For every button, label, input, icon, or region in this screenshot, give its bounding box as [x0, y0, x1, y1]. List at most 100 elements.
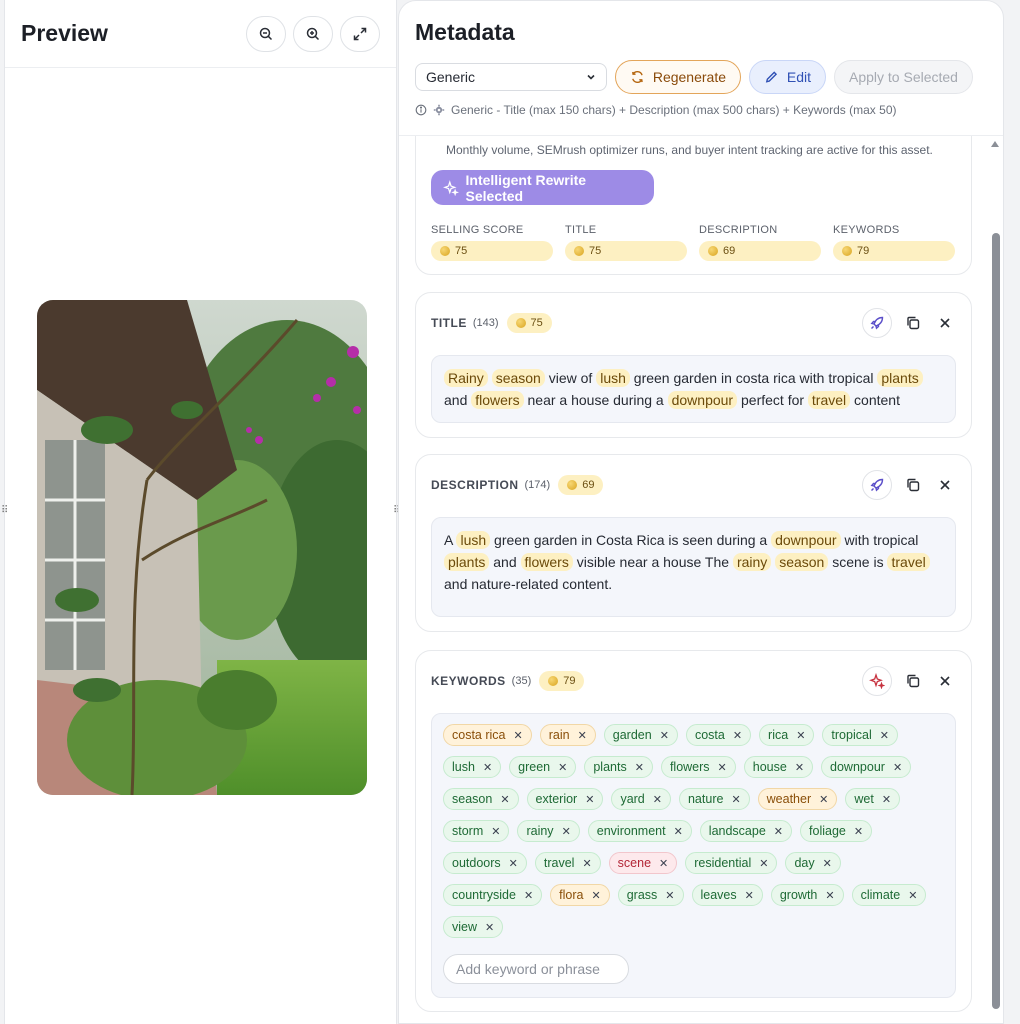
keywords-generate-button[interactable]	[862, 666, 892, 696]
remove-keyword-icon[interactable]: ✕	[485, 921, 494, 934]
keyword-chip[interactable]: nature ✕	[678, 788, 750, 810]
keyword-chip[interactable]: yard ✕	[611, 788, 671, 810]
keyword-chip-label: costa rica	[452, 728, 506, 742]
keyword-chip[interactable]: wet ✕	[845, 788, 901, 810]
keyword-chip[interactable]: landscape ✕	[699, 820, 793, 842]
scrollbar-thumb[interactable]	[992, 233, 1000, 1009]
title-optimize-button[interactable]	[862, 308, 892, 338]
keyword-chip[interactable]: growth ✕	[770, 884, 844, 906]
keyword-chip[interactable]: garden ✕	[603, 724, 678, 746]
keyword-chip[interactable]: exterior ✕	[526, 788, 604, 810]
keyword-chip[interactable]: foliage ✕	[800, 820, 873, 842]
keyword-chip[interactable]: rain ✕	[539, 724, 596, 746]
zoom-out-button[interactable]	[246, 15, 286, 52]
remove-keyword-icon[interactable]: ✕	[585, 793, 594, 806]
keyword-chip[interactable]: rica ✕	[759, 724, 815, 746]
edit-button[interactable]: Edit	[749, 60, 826, 94]
remove-keyword-icon[interactable]: ✕	[524, 889, 533, 902]
description-copy-button[interactable]	[902, 474, 924, 496]
keyword-chip[interactable]: season ✕	[443, 788, 519, 810]
remove-keyword-icon[interactable]: ✕	[635, 761, 644, 774]
fullscreen-button[interactable]	[340, 15, 380, 52]
remove-keyword-icon[interactable]: ✕	[745, 889, 754, 902]
keyword-chip[interactable]: green ✕	[509, 756, 577, 778]
keyword-chip[interactable]: travel ✕	[534, 852, 601, 874]
description-text[interactable]: A lush green garden in Costa Rica is see…	[431, 517, 956, 617]
remove-keyword-icon[interactable]: ✕	[509, 857, 518, 870]
remove-keyword-icon[interactable]: ✕	[514, 729, 523, 742]
keyword-chip[interactable]: costa rica ✕	[443, 724, 532, 746]
keyword-chip[interactable]: downpour ✕	[821, 756, 912, 778]
remove-keyword-icon[interactable]: ✕	[893, 761, 902, 774]
remove-keyword-icon[interactable]: ✕	[825, 889, 834, 902]
remove-keyword-icon[interactable]: ✕	[483, 761, 492, 774]
remove-keyword-icon[interactable]: ✕	[823, 857, 832, 870]
remove-keyword-icon[interactable]: ✕	[660, 729, 669, 742]
keyword-chip[interactable]: house ✕	[743, 756, 814, 778]
close-icon	[940, 676, 950, 686]
remove-keyword-icon[interactable]: ✕	[733, 729, 742, 742]
remove-keyword-icon[interactable]: ✕	[908, 889, 917, 902]
title-text[interactable]: Rainy season view of lush green garden i…	[431, 355, 956, 423]
preset-hint-text: Generic - Title (max 150 chars) + Descri…	[451, 103, 897, 117]
description-clear-button[interactable]	[934, 474, 956, 496]
keyword-chip[interactable]: leaves ✕	[691, 884, 763, 906]
keyword-chip[interactable]: storm ✕	[443, 820, 510, 842]
keyword-chip[interactable]: flora ✕	[550, 884, 610, 906]
remove-keyword-icon[interactable]: ✕	[491, 825, 500, 838]
keyword-chip[interactable]: plants ✕	[584, 756, 653, 778]
remove-keyword-icon[interactable]: ✕	[796, 729, 805, 742]
remove-keyword-icon[interactable]: ✕	[880, 729, 889, 742]
keyword-chip[interactable]: rainy ✕	[517, 820, 580, 842]
remove-keyword-icon[interactable]: ✕	[582, 857, 591, 870]
remove-keyword-icon[interactable]: ✕	[819, 793, 828, 806]
keyword-chip[interactable]: environment ✕	[587, 820, 692, 842]
remove-keyword-icon[interactable]: ✕	[759, 857, 768, 870]
remove-keyword-icon[interactable]: ✕	[718, 761, 727, 774]
regenerate-button[interactable]: Regenerate	[615, 60, 741, 94]
keyword-chip[interactable]: weather ✕	[757, 788, 838, 810]
remove-keyword-icon[interactable]: ✕	[500, 793, 509, 806]
add-keyword-input[interactable]	[443, 954, 629, 984]
zoom-in-button[interactable]	[293, 15, 333, 52]
keyword-chip[interactable]: scene ✕	[608, 852, 678, 874]
keyword-chip[interactable]: countryside ✕	[443, 884, 543, 906]
keyword-chip[interactable]: tropical ✕	[822, 724, 898, 746]
remove-keyword-icon[interactable]: ✕	[578, 729, 587, 742]
remove-keyword-icon[interactable]: ✕	[591, 889, 600, 902]
keyword-chip[interactable]: flowers ✕	[660, 756, 736, 778]
remove-keyword-icon[interactable]: ✕	[795, 761, 804, 774]
keyword-chip[interactable]: view ✕	[443, 916, 504, 938]
preset-select[interactable]: Generic	[415, 63, 607, 91]
app: Preview ⠿ ⠿ Metadata Generic Regenerate …	[0, 0, 1020, 1024]
keywords-clear-button[interactable]	[934, 670, 956, 692]
title-copy-button[interactable]	[902, 312, 924, 334]
keyword-chip[interactable]: lush ✕	[443, 756, 502, 778]
metadata-scroll-area[interactable]: Monthly volume, SEMrush optimizer runs, …	[399, 136, 1003, 1023]
expand-icon	[353, 27, 367, 40]
remove-keyword-icon[interactable]: ✕	[854, 825, 863, 838]
keyword-chip[interactable]: grass ✕	[617, 884, 684, 906]
title-clear-button[interactable]	[934, 312, 956, 334]
remove-keyword-icon[interactable]: ✕	[659, 857, 668, 870]
remove-keyword-icon[interactable]: ✕	[653, 793, 662, 806]
remove-keyword-icon[interactable]: ✕	[665, 889, 674, 902]
keywords-copy-button[interactable]	[902, 670, 924, 692]
remove-keyword-icon[interactable]: ✕	[882, 793, 891, 806]
score-bar: 75	[431, 241, 553, 261]
intelligent-rewrite-button[interactable]: Intelligent Rewrite Selected	[431, 170, 654, 205]
remove-keyword-icon[interactable]: ✕	[558, 761, 567, 774]
keyword-chip[interactable]: residential ✕	[685, 852, 778, 874]
remove-keyword-icon[interactable]: ✕	[674, 825, 683, 838]
keyword-chip[interactable]: outdoors ✕	[443, 852, 527, 874]
keyword-chip[interactable]: costa ✕	[685, 724, 752, 746]
apply-to-selected-button[interactable]: Apply to Selected	[834, 60, 973, 94]
remove-keyword-icon[interactable]: ✕	[562, 825, 571, 838]
remove-keyword-icon[interactable]: ✕	[774, 825, 783, 838]
scroll-up-arrow-icon[interactable]	[991, 141, 999, 147]
keyword-chip[interactable]: climate ✕	[851, 884, 927, 906]
keyword-chip[interactable]: day ✕	[785, 852, 841, 874]
description-optimize-button[interactable]	[862, 470, 892, 500]
left-splitter-handle[interactable]: ⠿	[1, 506, 8, 516]
remove-keyword-icon[interactable]: ✕	[731, 793, 740, 806]
